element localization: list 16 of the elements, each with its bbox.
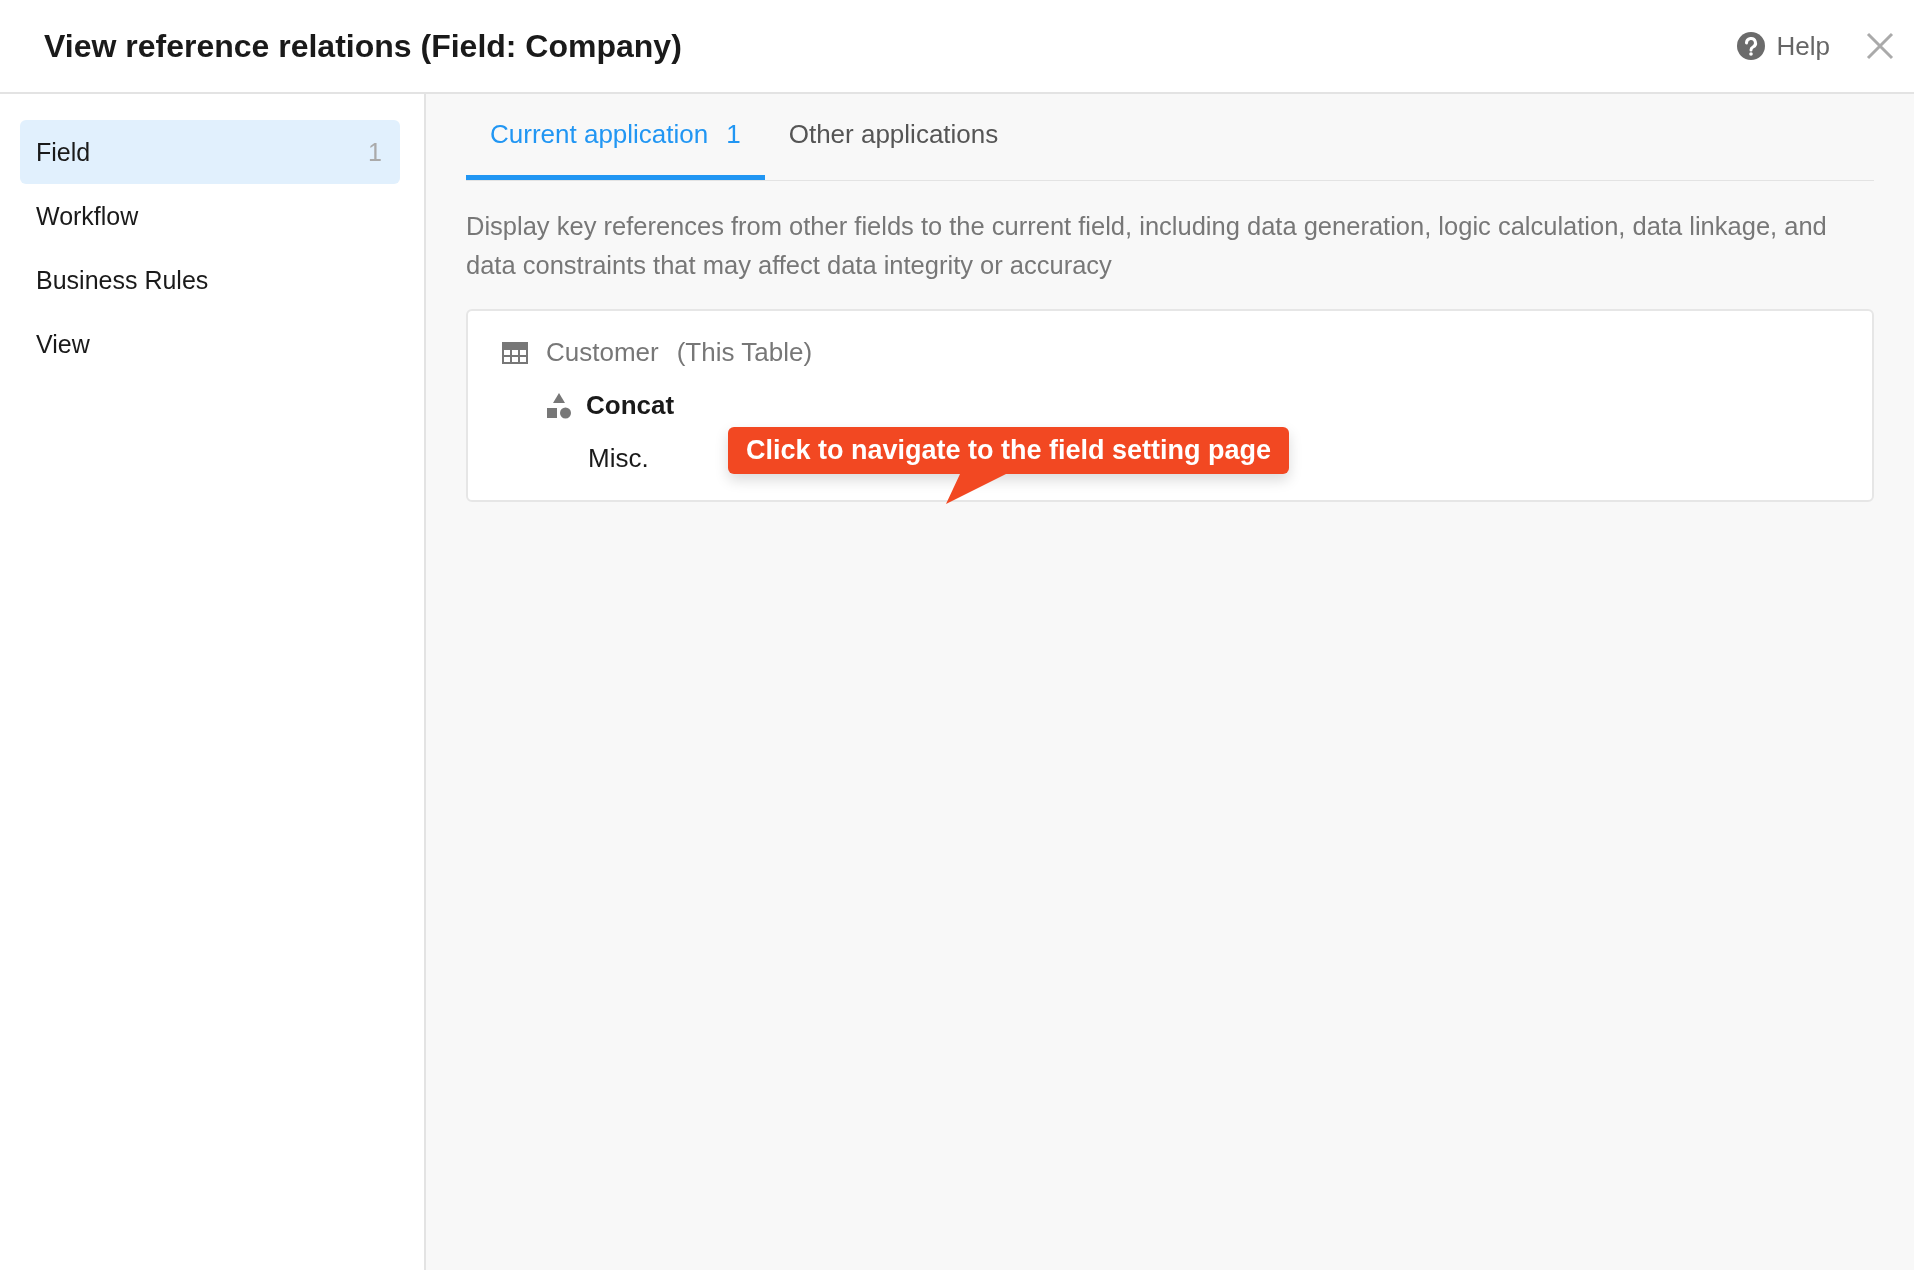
sidebar-item[interactable]: Field 1: [20, 120, 400, 184]
dialog-title: View reference relations (Field: Company): [44, 27, 683, 65]
help-icon: [1736, 32, 1765, 60]
table-note: (This Table): [676, 337, 813, 368]
sidebar-item[interactable]: View: [20, 312, 400, 376]
callout-pointer: [946, 474, 1006, 504]
tab[interactable]: Other applications: [764, 94, 1023, 180]
sidebar-item[interactable]: Business Rules: [20, 248, 400, 312]
shapes-icon: [546, 391, 572, 420]
sidebar-item[interactable]: Workflow: [20, 184, 400, 248]
field-name[interactable]: Concat: [586, 390, 675, 421]
table-icon: [502, 341, 528, 364]
field-group: Misc.: [588, 443, 649, 474]
description-text: Display key references from other fields to the current field, including data generation, logic calculation, data linkage, and data constraints that may affect data integrity or accuracy: [466, 211, 1828, 281]
help-link[interactable]: Help: [1736, 30, 1830, 62]
table-name: Customer: [546, 337, 659, 368]
